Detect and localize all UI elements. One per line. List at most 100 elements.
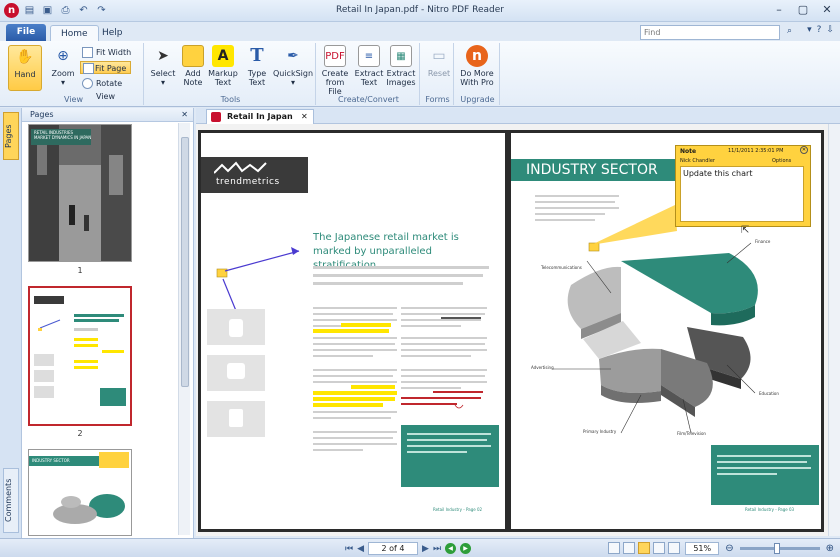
single-page-icon[interactable] bbox=[608, 542, 620, 554]
go-back-icon[interactable]: ◀ bbox=[445, 543, 457, 554]
document-viewer[interactable]: trendmetrics The Japanese retail market … bbox=[196, 124, 828, 536]
note-text-area[interactable]: Update this chart bbox=[680, 166, 804, 222]
search-icon[interactable]: ⌕ bbox=[787, 26, 792, 36]
reset-form-icon: ▭ bbox=[432, 48, 446, 64]
close-tab-icon[interactable]: ✕ bbox=[301, 110, 308, 124]
rotate-view-button[interactable]: Rotate View bbox=[82, 77, 143, 101]
find-input[interactable]: Find bbox=[640, 25, 780, 40]
tab-comments[interactable]: Comments bbox=[3, 468, 19, 533]
help-icon[interactable]: ? bbox=[817, 25, 822, 35]
pages-panel-scrollbar[interactable] bbox=[178, 123, 190, 535]
page-thumbnail-2[interactable] bbox=[28, 286, 132, 426]
group-label-view: View bbox=[64, 95, 83, 104]
zoom-button[interactable]: ⊕ Zoom ▾ bbox=[46, 45, 80, 87]
last-page-icon[interactable]: ⏭ bbox=[433, 544, 441, 554]
ribbon-tab-row: File Home Help Find ⌕ ▾ ? ⇩ bbox=[0, 22, 840, 41]
page-2-preview bbox=[34, 296, 126, 406]
zoom-out-icon[interactable]: ⊖ bbox=[725, 543, 733, 554]
pdf-file-icon bbox=[211, 112, 221, 122]
fullscreen-icon[interactable] bbox=[668, 542, 680, 554]
group-label-create: Create/Convert bbox=[338, 95, 399, 104]
facing-pages-icon[interactable] bbox=[638, 542, 650, 554]
maximize-icon[interactable]: ▢ bbox=[794, 2, 812, 18]
ribbon: ✋ Hand ⊕ Zoom ▾ Fit Width Fit Page Rotate… bbox=[0, 41, 840, 107]
scrollbar-thumb[interactable] bbox=[181, 137, 189, 387]
title-bar: n ▤ ▣ ⎙ ↶ ↷ Retail In Japan.pdf - Nitro … bbox=[0, 0, 840, 22]
extract-images-button[interactable]: ▦ Extract Images bbox=[384, 45, 418, 87]
fit-page-button[interactable]: Fit Page bbox=[80, 61, 132, 74]
note-icon bbox=[182, 45, 204, 67]
group-label-forms: Forms bbox=[425, 95, 450, 104]
previous-page-icon[interactable]: ◀ bbox=[357, 544, 364, 554]
page-thumbnail-1[interactable]: RETAIL INDUSTRIES MARKET DYNAMICS IN JAP… bbox=[28, 124, 132, 262]
collapse-ribbon-icon[interactable]: ⇩ bbox=[826, 25, 834, 35]
document-scrollbar[interactable] bbox=[828, 124, 840, 536]
left-page-footer: Retail Industry - Page 02 bbox=[433, 507, 483, 512]
note-datetime: 11/1/2011 2:35:01 PM bbox=[728, 148, 784, 154]
note-header: Note bbox=[680, 148, 697, 155]
pie-label-advertising: Advertising bbox=[531, 365, 554, 370]
markup-text-button[interactable]: A Markup Text bbox=[206, 45, 240, 87]
extract-text-button[interactable]: ≡ Extract Text bbox=[352, 45, 386, 87]
find-options: ▾ ? ⇩ bbox=[807, 25, 834, 35]
zoom-slider[interactable] bbox=[739, 543, 820, 554]
document-page-left: trendmetrics The Japanese retail market … bbox=[198, 130, 508, 532]
note-options-button[interactable]: Options bbox=[772, 158, 791, 164]
fit-page-icon bbox=[83, 63, 94, 74]
reset-button[interactable]: ▭ Reset bbox=[422, 45, 456, 78]
fit-width-icon bbox=[82, 47, 93, 58]
page-navigation: ⏮ ◀ 2 of 4 ▶ ⏭ ◀ ▶ bbox=[345, 542, 472, 555]
close-note-icon[interactable]: ✕ bbox=[800, 146, 808, 154]
minimize-icon[interactable]: – bbox=[770, 2, 788, 18]
right-page-footer: Retail Industry - Page 03 bbox=[745, 507, 795, 512]
fit-width-button[interactable]: Fit Width bbox=[82, 46, 131, 59]
page-number-field[interactable]: 2 of 4 bbox=[368, 542, 419, 555]
facing-continuous-icon[interactable] bbox=[653, 542, 665, 554]
pages-panel-header: Pages ✕ bbox=[22, 108, 193, 122]
tab-help[interactable]: Help bbox=[92, 25, 133, 41]
first-page-icon[interactable]: ⏮ bbox=[345, 544, 353, 554]
zoom-slider-knob[interactable] bbox=[773, 543, 780, 554]
mouse-cursor-icon: ⇱ bbox=[741, 225, 750, 236]
next-page-icon[interactable]: ▶ bbox=[422, 544, 429, 554]
group-view: ✋ Hand ⊕ Zoom ▾ Fit Width Fit Page Rotate… bbox=[4, 43, 144, 105]
type-text-icon: T bbox=[250, 45, 264, 66]
create-from-file-button[interactable]: PDF Create from File bbox=[318, 45, 352, 96]
pie-label-telecom: Telecommunications bbox=[541, 265, 582, 270]
chevron-down-icon[interactable]: ▾ bbox=[807, 25, 812, 35]
continuous-icon[interactable] bbox=[623, 542, 635, 554]
tab-file[interactable]: File bbox=[6, 24, 46, 41]
group-forms: ▭ Reset Forms bbox=[422, 43, 454, 105]
close-icon[interactable]: ✕ bbox=[181, 108, 188, 122]
document-tab[interactable]: Retail In Japan ✕ bbox=[206, 109, 314, 124]
quicksign-button[interactable]: ✒ QuickSign ▾ bbox=[272, 45, 314, 87]
document-tab-bar: Retail In Japan ✕ bbox=[196, 108, 840, 124]
document-page-right: INDUSTRY SECTOR Telecommunications Finan… bbox=[508, 130, 824, 532]
do-more-with-pro-button[interactable]: n Do More With Pro bbox=[460, 45, 494, 87]
window-controls: – ▢ ✕ bbox=[770, 2, 836, 18]
zoom-controls: 51% ⊖ ⊕ bbox=[685, 542, 834, 555]
thumb-number-2: 2 bbox=[77, 429, 83, 438]
group-label-upgrade: Upgrade bbox=[460, 95, 495, 104]
zoom-level-field[interactable]: 51% bbox=[685, 542, 720, 555]
hand-button[interactable]: ✋ Hand bbox=[8, 45, 42, 91]
type-text-button[interactable]: T Type Text bbox=[240, 45, 274, 87]
close-icon[interactable]: ✕ bbox=[818, 2, 836, 18]
city-street-photo bbox=[29, 125, 131, 261]
select-button[interactable]: ➤ Select ▾ bbox=[146, 45, 180, 87]
group-label-tools: Tools bbox=[220, 95, 241, 104]
go-forward-icon[interactable]: ▶ bbox=[460, 543, 472, 554]
page-thumbnail-3[interactable]: INDUSTRY SECTOR bbox=[28, 449, 132, 536]
note-popup[interactable]: Note 11/1/2011 2:35:01 PM ✕ Nick Chandle… bbox=[675, 145, 811, 227]
note-author: Nick Chandler bbox=[680, 158, 715, 164]
group-tools: ➤ Select ▾ Add Note A Markup Text T Type … bbox=[146, 43, 316, 105]
page-layout-options bbox=[608, 542, 680, 554]
cursor-icon: ➤ bbox=[157, 48, 169, 64]
thumb-number-1: 1 bbox=[77, 266, 83, 275]
extract-images-icon: ▦ bbox=[390, 45, 412, 67]
zoom-in-icon[interactable]: ⊕ bbox=[826, 543, 834, 554]
add-note-button[interactable]: Add Note bbox=[176, 45, 210, 87]
create-pdf-icon: PDF bbox=[324, 45, 346, 67]
tab-pages[interactable]: Pages bbox=[3, 112, 19, 160]
side-tab-strip: Pages Comments bbox=[0, 108, 22, 538]
